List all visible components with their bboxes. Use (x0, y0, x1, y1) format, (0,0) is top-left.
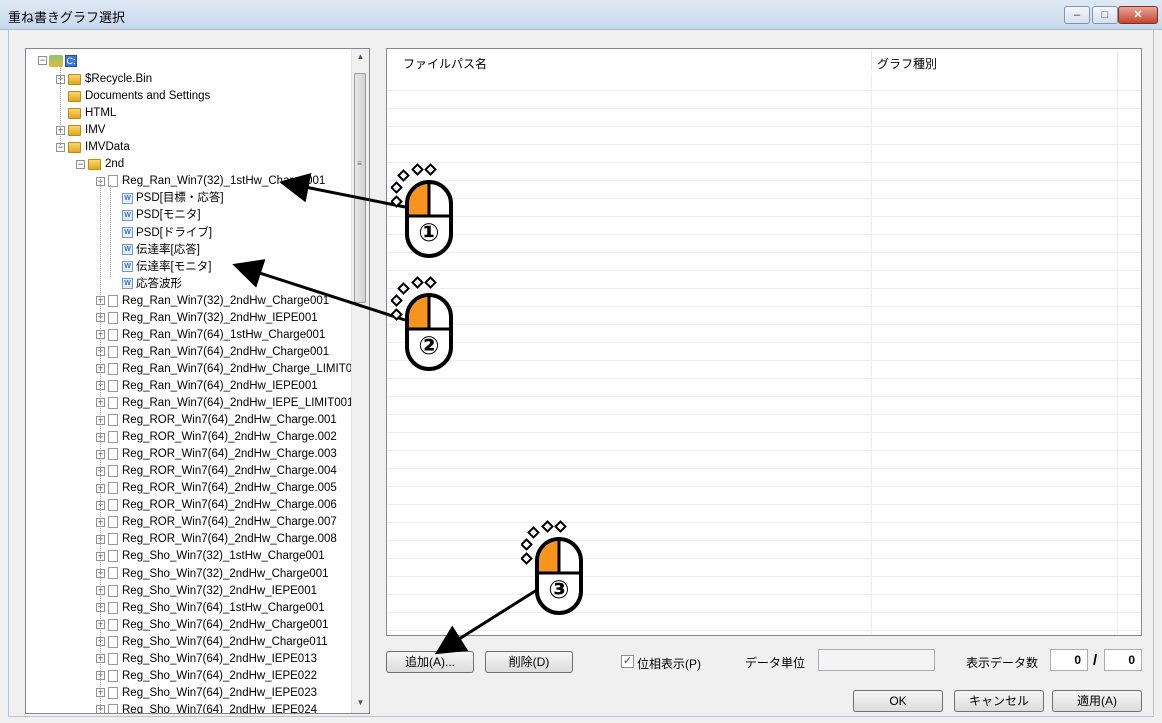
mouse-click-icon: ② (391, 275, 471, 375)
step-number: ① (418, 218, 440, 247)
mouse-click-icon: ③ (521, 519, 601, 619)
arrow-1 (279, 172, 406, 209)
step-number: ③ (548, 575, 570, 604)
arrow-2 (232, 259, 406, 322)
step-number: ② (418, 331, 440, 360)
mouse-click-icon: ① (391, 162, 471, 262)
